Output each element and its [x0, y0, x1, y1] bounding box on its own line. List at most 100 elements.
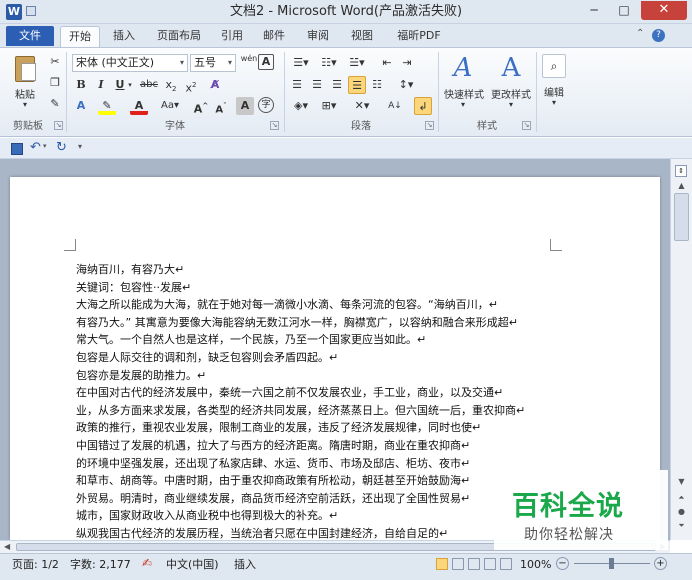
zoom-level[interactable]: 100% — [520, 558, 551, 572]
clear-formatting-icon[interactable]: A̸ — [206, 76, 224, 94]
distributed-icon[interactable]: ☷ — [368, 76, 386, 94]
chinese-layout-icon[interactable]: ✕▾ — [350, 97, 374, 115]
prev-page-icon[interactable]: ⏶ — [675, 493, 688, 503]
quick-styles-button[interactable]: 快速样式 — [440, 86, 488, 101]
text-effects-icon[interactable]: A — [72, 97, 90, 115]
justify-icon[interactable]: ☰ — [348, 76, 366, 94]
vertical-scrollbar[interactable]: ⇕ ▲ ▼ ⏶ ● ⏷ — [670, 159, 692, 540]
shrink-font-icon[interactable]: Aˇ — [212, 97, 230, 115]
tab-view[interactable]: 视图 — [344, 26, 380, 47]
quick-styles-dropdown-icon[interactable]: ▾ — [456, 100, 470, 109]
styles-launcher-icon[interactable]: ↘ — [522, 121, 531, 130]
paste-button-label[interactable]: 粘贴 — [10, 86, 40, 101]
redo-icon[interactable]: ↻ — [56, 140, 67, 155]
line-spacing-icon[interactable]: ↕▾ — [394, 76, 418, 94]
tab-file[interactable]: 文件 — [6, 26, 54, 46]
zoom-in-icon[interactable]: + — [654, 557, 667, 570]
change-styles-dropdown-icon[interactable]: ▾ — [504, 100, 518, 109]
increase-indent-icon[interactable]: ⇥ — [398, 54, 416, 72]
subscript-icon[interactable]: x2 — [162, 76, 180, 94]
tab-insert[interactable]: 插入 — [104, 26, 144, 47]
help-icon[interactable]: ? — [652, 29, 665, 42]
sort-icon[interactable]: A↓ — [386, 97, 404, 115]
change-case-icon[interactable]: Aa▾ — [158, 97, 182, 115]
strikethrough-icon[interactable]: abc — [138, 76, 160, 94]
tab-foxit-pdf[interactable]: 福昕PDF — [390, 26, 448, 47]
enclose-characters-icon[interactable]: 字 — [258, 97, 274, 113]
editing-dropdown-icon[interactable]: ▾ — [547, 98, 561, 107]
tab-review[interactable]: 审阅 — [300, 26, 336, 47]
font-color-icon[interactable]: A — [130, 97, 148, 115]
ribbon-collapse-icon[interactable]: ⌃ — [636, 28, 644, 39]
document-line: 政策的推行，重视农业发展，限制工商业的发展，违反了经济发展规律，同时也使↵ — [76, 421, 482, 435]
quick-styles-icon[interactable]: A — [448, 53, 478, 83]
print-layout-view-icon[interactable] — [436, 558, 448, 570]
change-styles-icon[interactable]: A — [496, 53, 526, 83]
browse-object-icon[interactable]: ● — [675, 507, 688, 516]
numbering-icon[interactable]: ☷▾ — [316, 54, 342, 72]
copy-icon[interactable]: ❐ — [46, 74, 64, 92]
save-icon[interactable] — [11, 143, 23, 155]
align-center-icon[interactable]: ☰ — [308, 76, 326, 94]
page-count[interactable]: 页面: 1/2 — [12, 558, 59, 572]
next-page-icon[interactable]: ⏷ — [675, 521, 688, 531]
scroll-left-icon[interactable]: ◀ — [4, 542, 10, 551]
tab-references[interactable]: 引用 — [214, 26, 250, 47]
tab-mailings[interactable]: 邮件 — [256, 26, 292, 47]
maximize-button[interactable]: □ — [610, 2, 638, 20]
close-button[interactable]: ✕ — [641, 1, 687, 20]
zoom-out-icon[interactable]: − — [556, 557, 569, 570]
character-shading-icon[interactable]: A — [236, 97, 254, 115]
borders-icon[interactable]: ⊞▾ — [316, 97, 342, 115]
align-left-icon[interactable]: ☰ — [288, 76, 306, 94]
full-screen-view-icon[interactable] — [452, 558, 464, 570]
scroll-thumb[interactable] — [674, 193, 689, 241]
font-launcher-icon[interactable]: ↘ — [270, 121, 279, 130]
decrease-indent-icon[interactable]: ⇤ — [378, 54, 396, 72]
proofing-icon[interactable]: ✍ — [142, 556, 152, 570]
cut-icon[interactable]: ✂ — [46, 53, 64, 71]
paste-icon[interactable] — [12, 54, 38, 84]
font-size-select[interactable]: 五号 ▾ — [190, 54, 236, 72]
bullets-icon[interactable]: ☰▾ — [288, 54, 314, 72]
paragraph-launcher-icon[interactable]: ↘ — [425, 121, 434, 130]
scroll-up-icon[interactable]: ▲ — [675, 181, 688, 190]
zoom-slider-thumb[interactable] — [609, 558, 614, 569]
customize-qat-icon[interactable]: ▾ — [78, 142, 82, 151]
tab-home[interactable]: 开始 — [60, 26, 100, 47]
font-name-select[interactable]: 宋体 (中文正文) ▾ — [72, 54, 188, 72]
minimize-button[interactable]: ─ — [580, 2, 608, 20]
scroll-down-icon[interactable]: ▼ — [675, 477, 688, 486]
phonetic-guide-icon[interactable]: wén — [240, 54, 258, 72]
undo-icon[interactable]: ↶ — [30, 140, 41, 155]
ruler-toggle-icon[interactable]: ⇕ — [675, 165, 687, 177]
document-line: 关键词：包容性··发展↵ — [76, 280, 192, 294]
find-binoculars-icon[interactable]: ⌕ — [542, 54, 566, 78]
paste-dropdown-icon[interactable]: ▾ — [18, 100, 32, 109]
format-painter-icon[interactable]: ✎ — [46, 95, 64, 113]
tab-page-layout[interactable]: 页面布局 — [150, 26, 208, 47]
web-layout-view-icon[interactable] — [468, 558, 480, 570]
bold-icon[interactable]: B — [72, 76, 90, 94]
outline-view-icon[interactable] — [484, 558, 496, 570]
change-styles-button[interactable]: 更改样式 — [486, 86, 536, 101]
crop-mark — [64, 239, 76, 251]
draft-view-icon[interactable] — [500, 558, 512, 570]
editing-button[interactable]: 编辑 — [538, 84, 570, 99]
insert-mode-indicator[interactable]: 插入 — [234, 558, 256, 572]
superscript-icon[interactable]: x2 — [182, 76, 200, 95]
watermark: 百科全说 助你轻松解决 — [494, 470, 668, 550]
grow-font-icon[interactable]: A^ — [192, 97, 210, 116]
highlight-icon[interactable]: ✎ — [98, 97, 116, 115]
language-indicator[interactable]: 中文(中国) — [166, 558, 219, 572]
multilevel-list-icon[interactable]: ☱▾ — [344, 54, 370, 72]
character-border-icon[interactable]: A — [258, 54, 274, 70]
undo-dropdown-icon[interactable]: ▾ — [43, 142, 47, 150]
align-right-icon[interactable]: ☰ — [328, 76, 346, 94]
clipboard-launcher-icon[interactable]: ↘ — [54, 121, 63, 130]
show-marks-icon[interactable]: ↲ — [414, 97, 432, 115]
shading-icon[interactable]: ◈▾ — [288, 97, 314, 115]
word-count[interactable]: 字数: 2,177 — [70, 558, 131, 572]
underline-dropdown-icon[interactable]: ▾ — [126, 76, 134, 94]
italic-icon[interactable]: I — [92, 76, 110, 94]
